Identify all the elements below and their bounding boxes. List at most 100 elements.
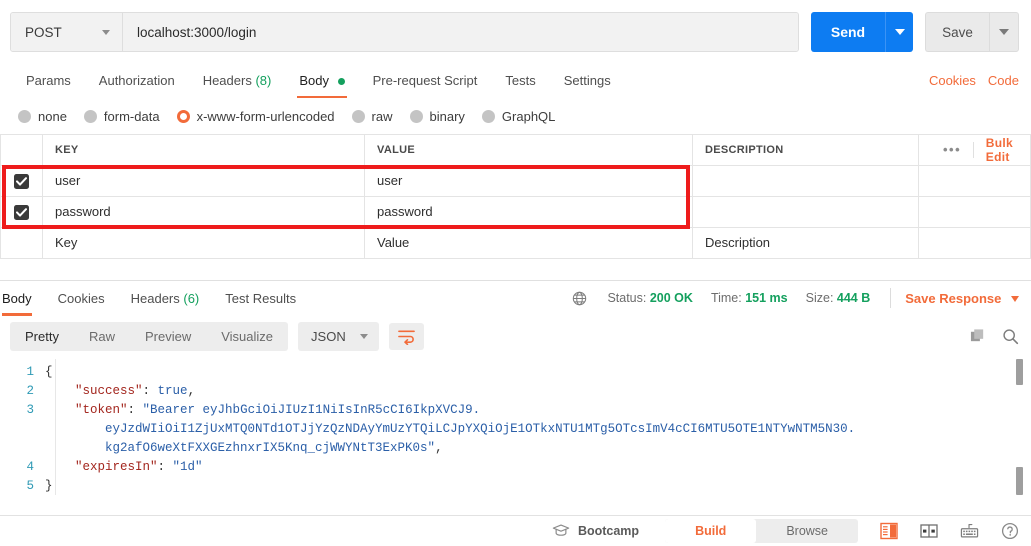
tab-params[interactable]: Params bbox=[12, 64, 85, 98]
radio-icon bbox=[409, 110, 423, 123]
cookies-link[interactable]: Cookies bbox=[929, 73, 976, 88]
response-scrollbar[interactable] bbox=[1016, 358, 1023, 495]
tab-label: Body bbox=[2, 290, 32, 306]
two-pane-view-icon[interactable] bbox=[880, 522, 898, 540]
more-options-icon[interactable]: ••• bbox=[931, 143, 973, 156]
row-value[interactable]: user bbox=[364, 165, 693, 197]
empty-row-actions bbox=[918, 227, 1031, 259]
scrollbar-thumb-top[interactable] bbox=[1016, 358, 1023, 385]
tab-tests[interactable]: Tests bbox=[491, 64, 549, 98]
keyboard-shortcuts-icon[interactable] bbox=[960, 523, 979, 539]
response-tab-cookies[interactable]: Cookies bbox=[45, 282, 118, 315]
row-checkbox-cell bbox=[0, 165, 43, 197]
empty-row-checkbox-cell bbox=[0, 227, 43, 259]
code-token: kg2afO6weXtFXXGEzhnxrIX5Knq_cjWWYNtT3ExP… bbox=[45, 440, 436, 455]
radio-selected-icon bbox=[176, 110, 190, 123]
row-key[interactable]: user bbox=[42, 165, 365, 197]
word-wrap-icon bbox=[397, 330, 415, 345]
body-type-form-data[interactable]: form-data bbox=[83, 109, 160, 124]
radio-label: binary bbox=[429, 109, 465, 124]
bulk-edit-button[interactable]: Bulk Edit bbox=[974, 136, 1020, 164]
view-mode-segmented-control: Pretty Raw Preview Visualize bbox=[10, 321, 289, 351]
save-response-button[interactable]: Save Response bbox=[905, 291, 1019, 306]
save-options-button[interactable] bbox=[989, 12, 1019, 52]
empty-row-key[interactable]: Key bbox=[42, 227, 365, 259]
response-tab-body[interactable]: Body bbox=[2, 282, 45, 316]
copy-icon[interactable] bbox=[970, 328, 986, 344]
view-mode-preview[interactable]: Preview bbox=[130, 322, 206, 351]
line-number: 2 bbox=[26, 383, 34, 398]
body-type-raw[interactable]: raw bbox=[351, 109, 393, 124]
http-method-value: POST bbox=[25, 24, 62, 40]
scrollbar-thumb-bottom[interactable] bbox=[1016, 466, 1023, 495]
browse-button[interactable]: Browse bbox=[756, 519, 858, 543]
view-mode-pretty[interactable]: Pretty bbox=[10, 322, 74, 351]
method-and-url-group: POST bbox=[10, 12, 799, 52]
table-header-row: KEY VALUE DESCRIPTION ••• Bulk Edit bbox=[0, 135, 1031, 166]
header-description: DESCRIPTION bbox=[692, 135, 919, 166]
line-number: 4 bbox=[26, 459, 34, 474]
tab-pre-request-script[interactable]: Pre-request Script bbox=[359, 64, 492, 98]
code-line: 1{ bbox=[0, 363, 1031, 382]
row-description[interactable] bbox=[692, 165, 919, 197]
code-line: 2 "success": true, bbox=[0, 382, 1031, 401]
response-tab-bar: Body Cookies Headers (6) Test Results St… bbox=[0, 281, 1031, 316]
radio-label: GraphQL bbox=[501, 109, 556, 124]
send-button[interactable]: Send bbox=[811, 12, 885, 52]
view-mode-visualize[interactable]: Visualize bbox=[206, 322, 288, 351]
split-pane-view-icon[interactable] bbox=[920, 523, 938, 539]
code-lines: 1{2 "success": true, 3 "token": "Bearer e… bbox=[0, 359, 1031, 495]
empty-row-value[interactable]: Value bbox=[364, 227, 693, 259]
code-text: "success": true, bbox=[45, 382, 195, 401]
word-wrap-toggle[interactable] bbox=[388, 322, 424, 350]
line-number bbox=[0, 439, 45, 458]
request-url-input[interactable] bbox=[123, 13, 798, 51]
code-token: "expiresIn" bbox=[75, 459, 158, 474]
body-type-x-www-form-urlencoded[interactable]: x-www-form-urlencoded bbox=[176, 109, 335, 124]
body-type-graphql[interactable]: GraphQL bbox=[481, 109, 556, 124]
tab-settings[interactable]: Settings bbox=[550, 64, 625, 98]
response-body-code[interactable]: 1{2 "success": true, 3 "token": "Bearer e… bbox=[0, 358, 1031, 495]
build-button[interactable]: Build bbox=[665, 519, 757, 543]
divider bbox=[890, 288, 892, 308]
save-button[interactable]: Save bbox=[925, 12, 989, 52]
tab-headers[interactable]: Headers (8) bbox=[189, 64, 286, 98]
code-token: } bbox=[45, 478, 53, 493]
response-tab-test-results[interactable]: Test Results bbox=[212, 282, 309, 315]
row-value[interactable]: password bbox=[364, 196, 693, 228]
body-type-binary[interactable]: binary bbox=[409, 109, 465, 124]
code-link[interactable]: Code bbox=[988, 73, 1019, 88]
help-icon[interactable] bbox=[1001, 522, 1019, 540]
footer-icons bbox=[880, 522, 1019, 540]
request-url-bar: POST Send Save bbox=[0, 0, 1031, 64]
search-icon[interactable] bbox=[1002, 328, 1019, 345]
header-checkbox-cell bbox=[0, 135, 43, 166]
row-description[interactable] bbox=[692, 196, 919, 228]
http-method-select[interactable]: POST bbox=[11, 13, 123, 51]
row-checkbox-checked[interactable] bbox=[14, 204, 29, 220]
header-actions: ••• Bulk Edit bbox=[918, 135, 1031, 166]
save-button-group: Save bbox=[925, 12, 1019, 52]
tab-label: Authorization bbox=[98, 73, 175, 88]
url-encoded-params-table: KEY VALUE DESCRIPTION ••• Bulk Edit user… bbox=[0, 134, 1031, 259]
row-key[interactable]: password bbox=[42, 196, 365, 228]
chevron-down-icon bbox=[999, 29, 1009, 35]
response-format-select[interactable]: JSON bbox=[298, 321, 379, 351]
empty-row-description[interactable]: Description bbox=[692, 227, 919, 259]
radio-label: raw bbox=[371, 109, 393, 124]
tab-authorization[interactable]: Authorization bbox=[85, 64, 189, 98]
status-bar: Bootcamp Build Browse bbox=[0, 515, 1031, 546]
bootcamp-button[interactable]: Bootcamp bbox=[552, 523, 639, 540]
response-view-toolbar: Pretty Raw Preview Visualize JSON bbox=[0, 316, 1031, 359]
send-options-button[interactable] bbox=[885, 12, 913, 52]
body-type-none[interactable]: none bbox=[18, 109, 67, 124]
response-tab-headers[interactable]: Headers (6) bbox=[118, 282, 213, 315]
code-text: } bbox=[45, 477, 53, 495]
row-checkbox-checked[interactable] bbox=[14, 173, 29, 189]
tab-body[interactable]: Body bbox=[285, 64, 358, 98]
chevron-down-icon bbox=[894, 29, 905, 35]
view-mode-raw[interactable]: Raw bbox=[74, 322, 130, 351]
